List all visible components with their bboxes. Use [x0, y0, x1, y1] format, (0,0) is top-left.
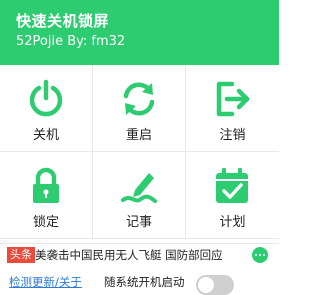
app-subtitle: 52Pojie By: fm32: [16, 34, 126, 49]
restart-button[interactable]: 重启: [93, 65, 186, 152]
lock-label: 锁定: [32, 215, 59, 230]
calendar-check-icon: [216, 168, 248, 203]
shutdown-button[interactable]: 关机: [0, 65, 93, 152]
more-dots-icon[interactable]: [252, 247, 268, 263]
news-headline[interactable]: 美袭击中国民用无人飞艇 国防部回应: [35, 247, 223, 263]
news-bar[interactable]: 头条 美袭击中国民用无人飞艇 国防部回应: [0, 243, 279, 266]
power-icon: [29, 79, 63, 117]
schedule-button[interactable]: 计划: [186, 152, 279, 239]
logout-icon: [216, 81, 250, 117]
logout-button[interactable]: 注销: [186, 65, 279, 152]
schedule-label: 计划: [219, 215, 246, 230]
pen-icon: [121, 173, 157, 203]
shutdown-label: 关机: [32, 128, 59, 143]
app-header: 快速关机锁屏 52Pojie By: fm32: [0, 0, 279, 65]
toggle-knob: [198, 277, 214, 293]
lock-icon: [33, 167, 59, 203]
news-tag-badge: 头条: [7, 247, 35, 263]
logout-label: 注销: [219, 128, 246, 143]
lock-button[interactable]: 锁定: [0, 152, 93, 239]
action-grid: 关机 重启 注销 锁定 记事 计划: [0, 65, 279, 239]
app-title: 快速关机锁屏: [16, 12, 110, 30]
footer-bar: 检测更新/关于 随系统开机启动: [0, 269, 279, 295]
note-label: 记事: [125, 215, 152, 230]
note-button[interactable]: 记事: [93, 152, 186, 239]
refresh-icon: [123, 82, 155, 116]
autostart-toggle[interactable]: [196, 275, 234, 295]
restart-label: 重启: [125, 128, 152, 143]
